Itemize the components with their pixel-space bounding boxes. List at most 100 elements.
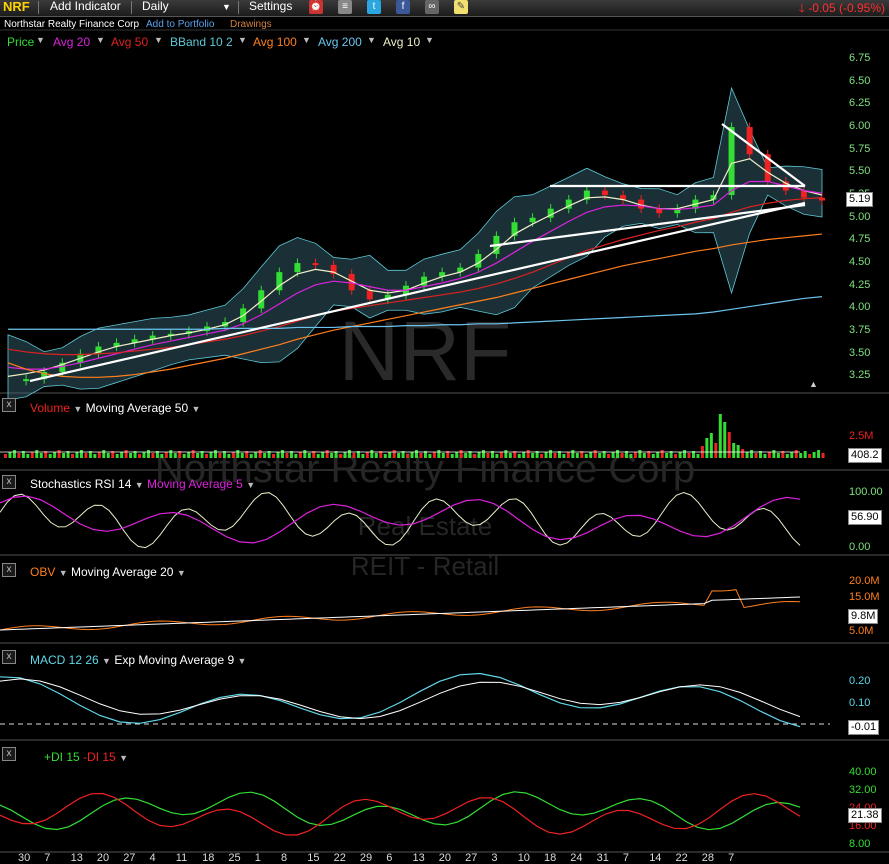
chevron-down-icon[interactable]: ▼ [177, 568, 186, 578]
volume-bar [12, 450, 16, 458]
minus-di-title[interactable]: -DI 15 [83, 750, 116, 764]
volume-bar [124, 450, 128, 458]
volume-ma-title[interactable]: Moving Average 50 [86, 401, 189, 415]
date-tick-label: 20 [438, 852, 452, 864]
volume-bar [325, 450, 329, 458]
volume-tick: 2.5M [849, 430, 874, 442]
volume-bar [146, 450, 150, 458]
obv-title[interactable]: OBV [30, 565, 55, 579]
volume-bar [151, 453, 155, 458]
date-tick-label: 22 [333, 852, 346, 864]
volume-bar [611, 452, 615, 458]
close-volume-panel-icon[interactable]: x [2, 398, 16, 412]
volume-bar [75, 452, 79, 458]
plus-di-title[interactable]: +DI 15 [44, 750, 80, 764]
candle [601, 190, 608, 196]
macd-ma-title[interactable]: Exp Moving Average 9 [114, 653, 234, 667]
volume-bar [736, 445, 740, 458]
volume-title[interactable]: Volume [30, 401, 70, 415]
volume-bar [772, 450, 776, 458]
volume-bar [307, 453, 311, 458]
volume-bar [718, 414, 722, 458]
price-tick-label: 3.50 [849, 346, 871, 359]
volume-bar [428, 454, 432, 458]
volume-bar [486, 453, 490, 458]
date-tick-label: 4 [149, 852, 156, 864]
volume-bar [517, 454, 521, 458]
date-tick-label: 13 [412, 852, 425, 864]
volume-bar [339, 454, 343, 458]
volume-bar [638, 450, 642, 458]
volume-bar [254, 452, 258, 458]
volume-bar [687, 453, 691, 458]
chevron-down-icon[interactable]: ▼ [119, 753, 128, 763]
volume-bar [437, 450, 441, 458]
close-stoch-panel-icon[interactable]: x [2, 475, 16, 489]
chevron-down-icon[interactable]: ▼ [102, 656, 111, 666]
volume-bar [352, 453, 356, 458]
obv-value-box: 9.8M [848, 609, 879, 624]
volume-bar [683, 450, 687, 458]
price-tick-label: 6.50 [849, 74, 871, 87]
volume-bar [209, 452, 213, 458]
volume-bar [562, 454, 566, 458]
date-tick-label: 13 [70, 852, 83, 864]
volume-bar [441, 453, 445, 458]
chevron-down-icon[interactable]: ▼ [135, 480, 144, 490]
volume-bar [205, 454, 209, 458]
obv-ma-title[interactable]: Moving Average 20 [71, 565, 174, 579]
volume-bar [388, 452, 392, 458]
stoch-tick-high: 100.00 [849, 486, 883, 498]
obv-ma-line [0, 596, 801, 631]
volume-bar [727, 432, 731, 458]
candle [529, 217, 536, 223]
close-macd-panel-icon[interactable]: x [2, 650, 16, 664]
volume-bar [709, 433, 713, 458]
volume-bar [53, 452, 57, 458]
chevron-down-icon[interactable]: ▼ [73, 404, 82, 414]
chevron-down-icon[interactable]: ▼ [192, 404, 201, 414]
volume-bar [723, 422, 727, 458]
chevron-down-icon[interactable]: ▼ [238, 656, 247, 666]
volume-bar [714, 443, 718, 458]
volume-bar [464, 453, 468, 458]
macd-line [0, 672, 801, 728]
macd-value-box: -0.01 [848, 720, 880, 735]
macd-tick: 0.10 [849, 697, 871, 709]
volume-bar [258, 450, 262, 458]
volume-bar [767, 452, 771, 458]
volume-bar [272, 454, 276, 458]
date-tick-label: 20 [96, 852, 110, 864]
chevron-down-icon[interactable]: ▼ [246, 480, 255, 490]
volume-bar [347, 450, 351, 458]
volume-bar [263, 453, 267, 458]
date-tick-label: 24 [570, 852, 583, 864]
volume-bar [817, 450, 821, 458]
date-tick-label: 30 [18, 852, 31, 864]
volume-bar [71, 454, 75, 458]
candle [366, 290, 373, 300]
macd-tick: 0.20 [849, 675, 871, 687]
stoch-ma-title[interactable]: Moving Average 5 [147, 477, 243, 491]
obv-tick: 5.0M [849, 625, 874, 637]
volume-bar [455, 452, 459, 458]
close-dmi-panel-icon[interactable]: x [2, 747, 16, 761]
volume-bar [298, 452, 302, 458]
scroll-up-icon[interactable]: ▲ [809, 379, 818, 389]
stoch-title[interactable]: Stochastics RSI 14 [30, 477, 131, 491]
price-tick-label: 6.75 [849, 52, 871, 65]
chevron-down-icon[interactable]: ▼ [59, 568, 68, 578]
watermark-sector: Real Estate [358, 511, 492, 541]
date-tick-label: 25 [228, 852, 241, 864]
volume-bar [173, 453, 177, 458]
volume-bar [656, 452, 660, 458]
close-obv-panel-icon[interactable]: x [2, 563, 16, 577]
volume-bar [732, 443, 736, 458]
volume-bar [102, 450, 106, 458]
volume-bar [482, 450, 486, 458]
volume-bar [415, 450, 418, 458]
volume-bar [187, 452, 191, 458]
macd-title[interactable]: MACD 12 26 [30, 653, 99, 667]
date-tick-label: 27 [123, 852, 136, 864]
volume-bar [160, 454, 164, 458]
